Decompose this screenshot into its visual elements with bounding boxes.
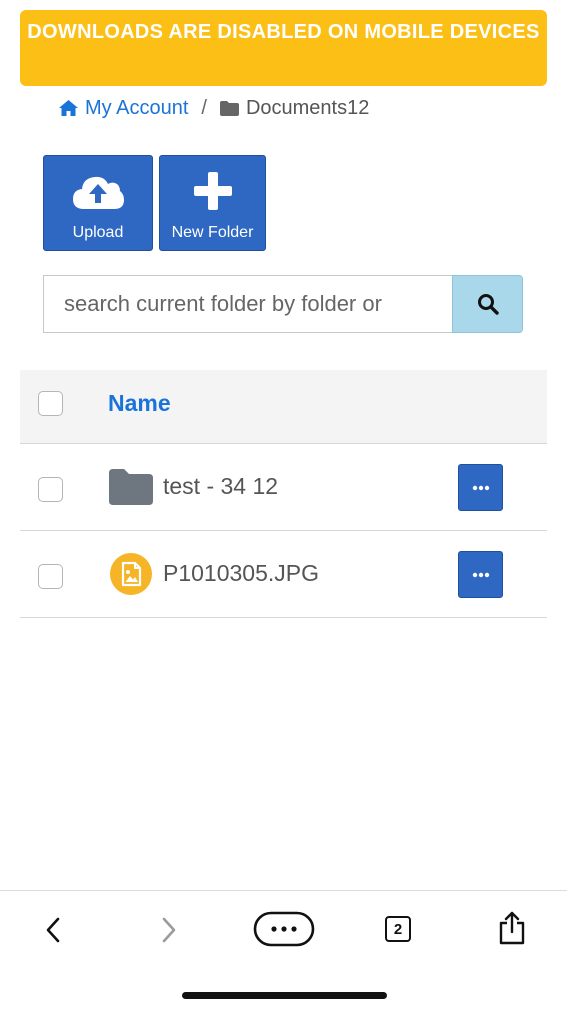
row-actions-button[interactable]: [458, 464, 503, 511]
breadcrumb-home-link[interactable]: My Account: [58, 97, 188, 120]
search-input[interactable]: [43, 275, 453, 333]
row-actions-button[interactable]: [458, 551, 503, 598]
row-checkbox[interactable]: [38, 477, 63, 502]
more-options-icon: [253, 911, 315, 947]
ellipsis-icon: [472, 572, 489, 577]
new-folder-button[interactable]: New Folder: [159, 155, 266, 251]
home-icon: [59, 100, 78, 116]
forward-icon: [162, 917, 176, 943]
folder-icon: [219, 100, 239, 116]
breadcrumb-current-label: Documents12: [245, 96, 370, 119]
breadcrumb-current: Documents12: [219, 97, 369, 120]
name-column-header[interactable]: Name: [108, 390, 171, 417]
plus-icon: [193, 172, 232, 210]
upload-button[interactable]: Upload: [43, 155, 153, 251]
folder-icon: [108, 464, 154, 510]
file-table-header: Name: [20, 370, 547, 444]
search-button[interactable]: [452, 275, 523, 333]
search-icon: [477, 294, 499, 315]
table-row[interactable]: P1010305.JPG: [20, 531, 547, 618]
cloud-upload-icon: [73, 176, 124, 209]
upload-button-label: Upload: [72, 224, 124, 241]
tabs-icon: 2: [385, 916, 411, 942]
row-checkbox[interactable]: [38, 564, 63, 589]
share-button[interactable]: [495, 909, 529, 947]
home-indicator: [182, 992, 387, 999]
table-row[interactable]: test - 34 12: [20, 444, 547, 531]
breadcrumb-home-label: My Account: [85, 96, 189, 119]
breadcrumb-separator: /: [201, 96, 207, 119]
ellipsis-icon: [472, 485, 489, 490]
image-file-icon: [108, 551, 154, 597]
share-icon: [499, 911, 525, 945]
select-all-checkbox[interactable]: [38, 391, 63, 416]
back-icon: [46, 917, 60, 943]
row-name[interactable]: P1010305.JPG: [163, 560, 319, 587]
downloads-disabled-banner: DOWNLOADS ARE DISABLED ON MOBILE DEVICES: [20, 10, 547, 86]
new-folder-button-label: New Folder: [171, 224, 254, 241]
tabs-button[interactable]: 2: [383, 914, 413, 944]
forward-button[interactable]: [154, 913, 184, 947]
row-name[interactable]: test - 34 12: [163, 473, 278, 500]
breadcrumb: My Account / Documents12: [58, 95, 369, 121]
back-button[interactable]: [38, 913, 68, 947]
more-options-button[interactable]: [252, 910, 316, 948]
